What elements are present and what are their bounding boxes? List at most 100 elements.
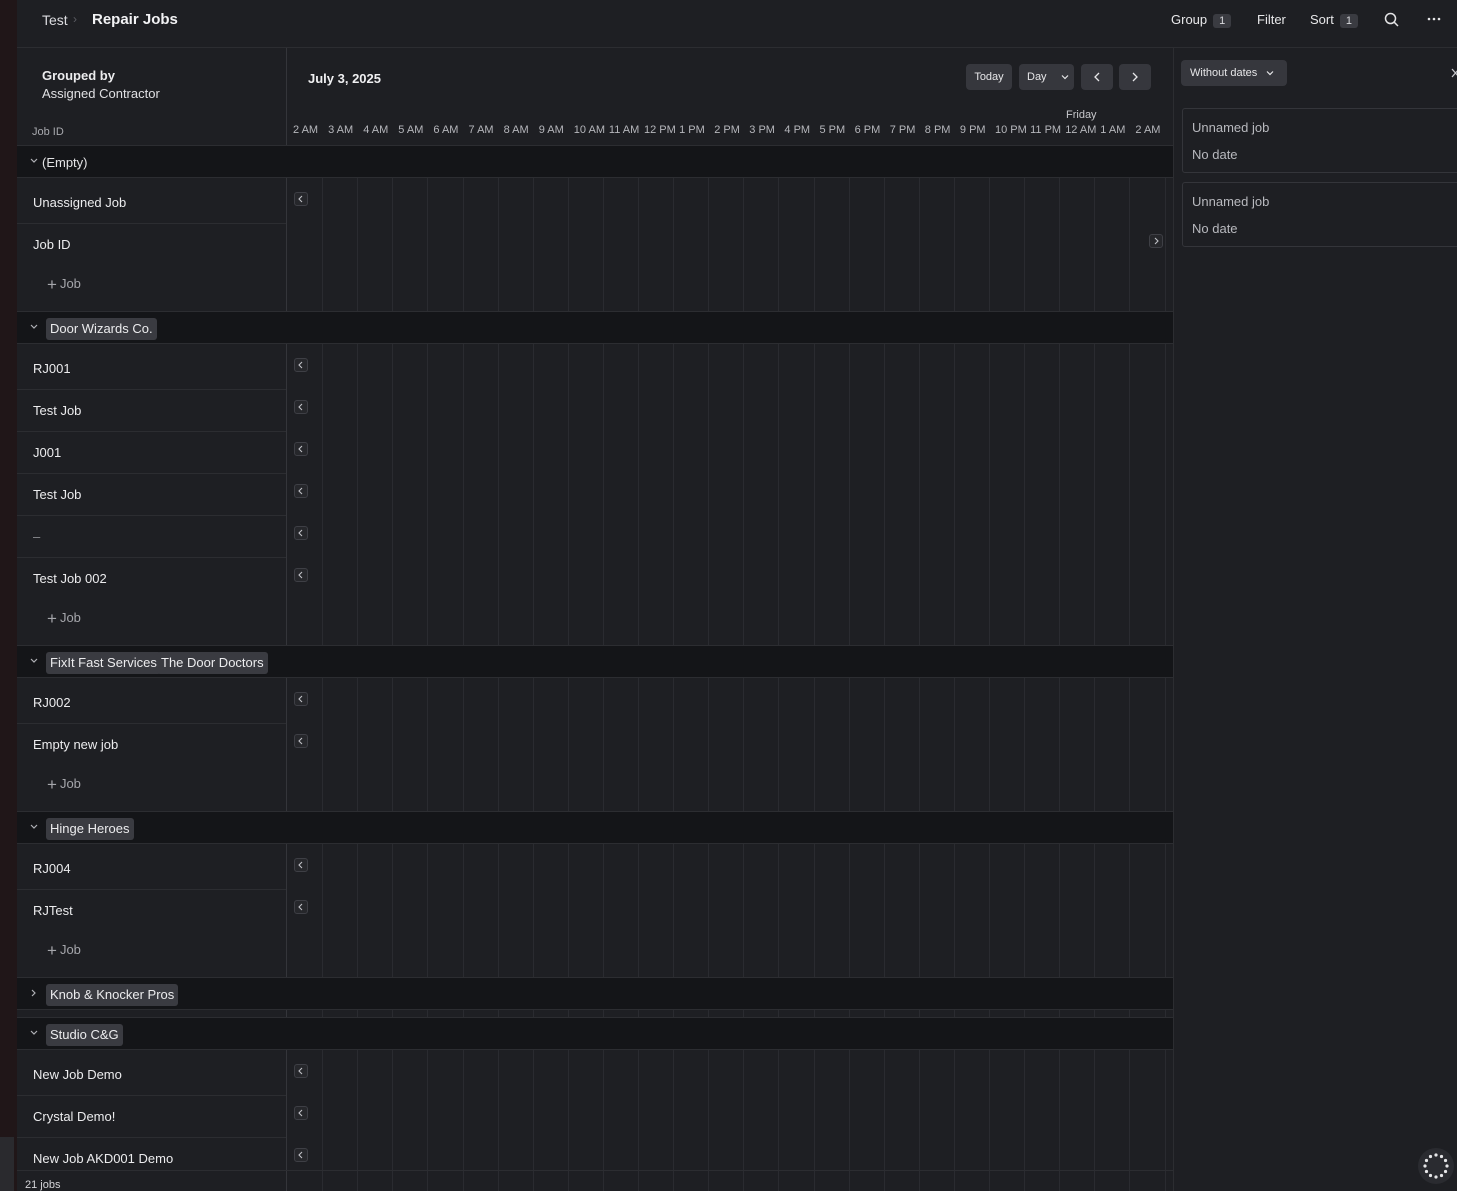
timeline-grid-fixit[interactable] [287,677,1173,811]
hour-gridline [532,343,534,645]
scroll-to-item-left-button[interactable] [294,192,308,206]
search-icon[interactable] [1384,12,1399,27]
job-row-label[interactable]: New Job AKD001 Demo [33,1151,173,1166]
hour-gridline [1059,177,1061,311]
add-job-button[interactable]: + Job [47,609,81,629]
sort-button[interactable]: Sort 1 [1310,12,1358,28]
hour-gridline [1129,177,1131,311]
window-left-edge [0,0,17,1191]
hour-label: 12 PM [644,124,676,136]
hour-gridline [322,1009,324,1017]
job-row-label[interactable]: J001 [33,445,61,460]
scroll-to-item-left-button[interactable] [294,1106,308,1120]
unscheduled-job-card[interactable]: Unnamed job No date [1182,108,1457,173]
hour-label: 7 AM [468,124,494,136]
scroll-to-item-left-button[interactable] [294,692,308,706]
chevron-down-icon[interactable] [29,322,39,332]
job-row-label[interactable]: Unassigned Job [33,195,126,210]
hour-gridline [602,1009,604,1017]
today-button[interactable]: Today [966,64,1012,90]
close-icon[interactable] [1451,68,1457,78]
group-header-studio[interactable]: Studio C&G [17,1017,1173,1050]
job-row-label[interactable]: – [33,529,40,544]
chevron-down-icon[interactable] [29,656,39,666]
hour-gridline [1024,843,1026,977]
job-row-label[interactable]: RJ002 [33,695,71,710]
job-row-label[interactable]: New Job Demo [33,1067,122,1082]
page-title[interactable]: Repair Jobs [92,11,178,28]
hour-label: 6 AM [433,124,459,136]
hour-gridline [638,843,639,977]
job-row-label[interactable]: Test Job [33,487,81,502]
scroll-to-item-left-button[interactable] [294,1064,308,1078]
scroll-to-item-left-button[interactable] [294,734,308,748]
add-job-button[interactable]: + Job [47,775,81,795]
hour-gridline [673,343,675,645]
scroll-to-item-left-button[interactable] [294,1148,308,1162]
hour-label: 3 AM [328,124,354,136]
hour-gridline [532,843,534,977]
filter-button[interactable]: Filter [1257,12,1286,27]
timeline-grid-door-wizards[interactable] [287,343,1173,645]
job-row-label[interactable]: Empty new job [33,737,118,752]
job-row-label[interactable]: Job ID [33,237,71,252]
hour-gridline [989,677,990,811]
hour-gridline [602,843,604,977]
chevron-down-icon[interactable] [29,156,39,166]
add-job-button[interactable]: + Job [47,275,81,295]
job-row-label[interactable]: Crystal Demo! [33,1109,115,1124]
breadcrumb-workspace[interactable]: Test [42,12,68,28]
timeline-grid-hinge[interactable] [287,843,1173,977]
job-row-label[interactable]: RJ001 [33,361,71,376]
hour-gridline [322,343,324,645]
scroll-to-item-right-button[interactable] [1149,234,1163,248]
hour-gridline [953,177,955,311]
previous-period-button[interactable] [1081,64,1113,90]
job-row-label[interactable]: Test Job 002 [33,571,107,586]
row-divider [17,723,286,724]
loading-spinner-icon [1418,1148,1454,1184]
hour-gridline [883,177,885,311]
more-options-icon[interactable] [1427,17,1441,21]
scroll-to-item-left-button[interactable] [294,526,308,540]
timeline-grid-empty[interactable] [287,177,1173,311]
scroll-to-item-left-button[interactable] [294,358,308,372]
job-row-label[interactable]: Test Job [33,403,81,418]
group-button[interactable]: Group 1 [1171,12,1232,28]
next-period-button[interactable] [1119,64,1151,90]
hour-gridline [392,843,394,977]
column-header-job-id[interactable]: Job ID [32,126,64,138]
group-header-door-wizards[interactable]: Door Wizards Co. [17,311,1173,344]
hour-label: 9 PM [959,124,986,136]
group-header-hinge[interactable]: Hinge Heroes [17,811,1173,844]
group-header-empty[interactable]: (Empty) [17,145,1173,178]
job-row-label[interactable]: RJ004 [33,861,71,876]
without-dates-select[interactable]: Without dates [1181,60,1287,86]
hour-gridline [708,843,710,977]
hour-gridline [322,177,324,311]
scroll-to-item-left-button[interactable] [294,484,308,498]
grouped-by-value[interactable]: Assigned Contractor [42,86,160,101]
chevron-left-icon [298,361,303,369]
group-header-fixit[interactable]: FixIt Fast Services The Door Doctors [17,645,1173,678]
hour-gridline [848,177,850,311]
group-header-knob[interactable]: Knob & Knocker Pros [17,977,1173,1010]
view-select[interactable]: Day [1019,64,1074,90]
scroll-to-item-left-button[interactable] [294,568,308,582]
row-divider [17,223,286,224]
chevron-right-icon[interactable] [29,988,39,998]
scroll-to-item-left-button[interactable] [294,400,308,414]
chevron-down-icon[interactable] [29,1028,39,1038]
add-job-button[interactable]: + Job [47,941,81,961]
job-row-label[interactable]: RJTest [33,903,73,918]
hour-gridline [883,1009,885,1017]
hour-gridline [1024,677,1026,811]
hour-gridline [708,343,710,645]
chevron-down-icon[interactable] [29,822,39,832]
hour-gridline [1129,843,1131,977]
scroll-to-item-left-button[interactable] [294,442,308,456]
unscheduled-job-card[interactable]: Unnamed job No date [1182,182,1457,247]
hour-label: 10 AM [573,124,605,136]
scroll-to-item-left-button[interactable] [294,858,308,872]
scroll-to-item-left-button[interactable] [294,900,308,914]
